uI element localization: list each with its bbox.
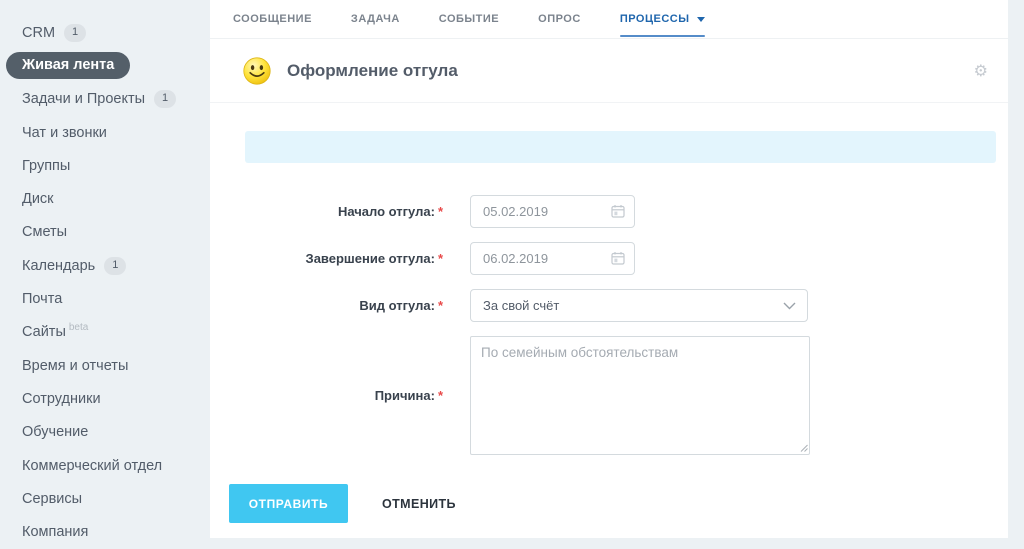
smiley-process-icon <box>243 56 271 85</box>
sidebar-item-label: Обучение <box>22 424 89 441</box>
required-mark: * <box>437 251 443 266</box>
sidebar-item-mail[interactable]: Почта <box>0 282 210 315</box>
form-row-end-date: Завершение отгула: * <box>210 242 1008 275</box>
sidebar-item-label: Почта <box>22 291 63 308</box>
post-type-tabbar: СООБЩЕНИЕ ЗАДАЧА СОБЫТИЕ ОПРОС ПРОЦЕССЫ <box>210 0 1008 39</box>
field-label: Завершение отгула: * <box>305 251 443 266</box>
tab-task[interactable]: ЗАДАЧА <box>351 0 400 38</box>
sidebar-item-label: Сотрудники <box>22 390 101 407</box>
date-field-wrap <box>470 242 635 275</box>
sidebar-item-calendar[interactable]: Календарь 1 <box>0 249 210 282</box>
page-title: Оформление отгула <box>287 60 458 80</box>
calendar-icon[interactable] <box>611 204 625 218</box>
gear-icon[interactable]: ⚙ <box>974 62 988 79</box>
tab-event[interactable]: СОБЫТИЕ <box>439 0 499 38</box>
sidebar-item-label: Группы <box>22 157 71 174</box>
tab-poll[interactable]: ОПРОС <box>538 0 581 38</box>
sidebar-item-time-reports[interactable]: Время и отчеты <box>0 349 210 382</box>
form-row-leave-type: Вид отгула: * За свой счёт <box>210 289 1008 322</box>
cancel-button[interactable]: ОТМЕНИТЬ <box>382 497 456 511</box>
sidebar-item-label: Чат и звонки <box>22 124 107 141</box>
sidebar-item-company[interactable]: Компания <box>0 515 210 548</box>
form-header: Оформление отгула ⚙ <box>210 39 1008 103</box>
sidebar-item-label: Время и отчеты <box>22 357 129 374</box>
beta-tag: beta <box>68 321 89 333</box>
process-form: Начало отгула:* Завершение отгула:* <box>210 195 1008 455</box>
field-label: Причина: * <box>374 388 443 403</box>
tab-label: ЗАДАЧА <box>350 13 400 25</box>
submit-button[interactable]: ОТПРАВИТЬ <box>229 484 348 523</box>
sidebar-item-label: Задачи и Проекты <box>22 91 146 108</box>
sidebar-item-label: Компания <box>22 524 89 541</box>
sidebar-item-live-feed[interactable]: Живая лента <box>0 49 210 82</box>
sidebar-item-disk[interactable]: Диск <box>0 182 210 215</box>
required-mark: * <box>437 298 443 313</box>
chevron-down-icon <box>783 302 796 310</box>
sidebar-item-label-active: Живая лента <box>6 52 131 80</box>
sidebar-item-label: Сайты <box>22 324 66 341</box>
sidebar-item-crm[interactable]: CRM 1 <box>0 16 210 49</box>
tab-message[interactable]: СООБЩЕНИЕ <box>233 0 312 38</box>
notification-badge: 1 <box>104 256 127 275</box>
form-row-start-date: Начало отгула: * <box>210 195 1008 228</box>
main-panel: СООБЩЕНИЕ ЗАДАЧА СОБЫТИЕ ОПРОС ПРОЦЕССЫ <box>210 0 1008 538</box>
sidebar-item-label: Календарь <box>22 257 96 274</box>
leave-type-select[interactable]: За свой счёт <box>470 289 808 322</box>
sidebar-item-tasks-projects[interactable]: Задачи и Проекты 1 <box>0 83 210 116</box>
sidebar-item-employees[interactable]: Сотрудники <box>0 382 210 415</box>
sidebar-item-label: Сметы <box>22 224 68 241</box>
sidebar-item-services[interactable]: Сервисы <box>0 482 210 515</box>
tab-processes[interactable]: ПРОЦЕССЫ <box>619 0 705 38</box>
sidebar: CRM 1 Живая лента Задачи и Проекты 1 Чат… <box>0 0 210 549</box>
required-mark: * <box>437 388 443 403</box>
tab-label: ПРОЦЕССЫ <box>619 13 690 25</box>
date-field-wrap <box>470 195 635 228</box>
sidebar-item-label: Сервисы <box>22 490 83 507</box>
form-actions: ОТПРАВИТЬ ОТМЕНИТЬ <box>210 484 1008 523</box>
caret-down-icon <box>696 16 705 22</box>
sidebar-item-label: Диск <box>22 191 54 208</box>
required-mark: * <box>437 204 443 219</box>
sidebar-item-commercial-dept[interactable]: Коммерческий отдел <box>0 449 210 482</box>
sidebar-item-chat-calls[interactable]: Чат и звонки <box>0 116 210 149</box>
tab-label: СООБЩЕНИЕ <box>233 13 312 25</box>
sidebar-item-label: CRM <box>22 24 56 41</box>
tab-label: СОБЫТИЕ <box>438 13 500 25</box>
info-banner <box>245 131 996 163</box>
form-row-reason: Причина: * <box>210 336 1008 455</box>
sidebar-item-label: Коммерческий отдел <box>22 457 163 474</box>
sidebar-item-sites[interactable]: Сайты beta <box>0 316 210 349</box>
sidebar-item-training[interactable]: Обучение <box>0 416 210 449</box>
tab-label: ОПРОС <box>538 13 581 25</box>
field-label: Вид отгула: * <box>359 298 443 313</box>
notification-badge: 1 <box>64 23 87 42</box>
selected-option: За свой счёт <box>483 298 560 313</box>
reason-textarea[interactable] <box>470 336 810 455</box>
notification-badge: 1 <box>154 90 177 109</box>
select-field-wrap: За свой счёт <box>470 289 808 322</box>
sidebar-item-estimates[interactable]: Сметы <box>0 216 210 249</box>
textarea-field-wrap <box>470 336 810 455</box>
sidebar-item-groups[interactable]: Группы <box>0 149 210 182</box>
field-label: Начало отгула: * <box>337 204 443 219</box>
calendar-icon[interactable] <box>611 251 625 265</box>
